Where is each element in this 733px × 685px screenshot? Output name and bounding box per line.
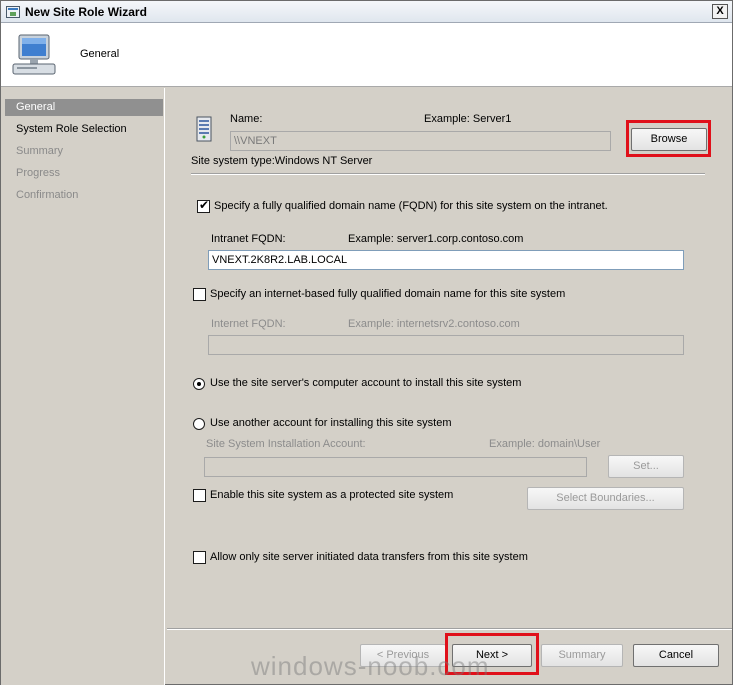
install-account-input[interactable] [204,457,587,477]
nav-item-general[interactable]: General [5,99,163,116]
nav-item-confirmation: Confirmation [16,189,79,201]
protected-site-label: Enable this site system as a protected s… [210,489,454,501]
close-button[interactable]: X [712,4,728,19]
wizard-app-icon [6,6,20,18]
internet-fqdn-label: Internet FQDN: [211,318,286,330]
name-example: Example: Server1 [424,113,512,125]
name-label: Name: [230,113,263,125]
checkmark-icon: ✔ [198,198,210,212]
nav-item-progress: Progress [16,167,61,179]
wizard-header: General [1,23,732,87]
install-account-example: Example: domain\User [489,438,601,450]
site-system-type: Site system type:Windows NT Server [191,155,373,167]
computer-monitor-icon [12,34,56,75]
browse-highlight-box [626,120,711,157]
intranet-fqdn-label: Intranet FQDN: [211,233,286,245]
wizard-window: New Site Role Wizard X General General S… [0,0,733,685]
fqdn-checkbox-label: Specify a fully qualified domain name (F… [214,200,608,212]
radio-selected-dot [197,382,201,386]
footer-divider [167,628,732,630]
nav-item-summary: Summary [16,145,64,157]
data-transfers-label: Allow only site server initiated data tr… [210,551,528,563]
internet-fqdn-checkbox-label: Specify an internet-based fully qualifie… [210,288,566,300]
internet-fqdn-input[interactable] [208,335,684,355]
intranet-fqdn-example: Example: server1.corp.contoso.com [348,233,524,245]
other-account-radio[interactable] [193,418,205,430]
name-field[interactable]: \\VNEXT [230,131,611,151]
nav-item-system-role-selection[interactable]: System Role Selection [5,121,163,138]
watermark-text: windows-noob.com [251,651,490,681]
select-boundaries-button[interactable]: Select Boundaries... [527,487,684,510]
general-page: Name: Example: Server1 \\VNEXT Browse Si… [167,88,732,628]
summary-button[interactable]: Summary [541,644,623,667]
other-account-radio-label: Use another account for installing this … [210,417,452,429]
data-transfers-checkbox[interactable] [193,551,206,564]
protected-site-checkbox[interactable] [193,489,206,502]
wizard-nav: General System Role Selection Summary Pr… [1,88,165,685]
set-account-button[interactable]: Set... [608,455,684,478]
computer-account-radio[interactable] [193,378,205,390]
install-account-label: Site System Installation Account: [206,438,366,450]
window-title: New Site Role Wizard [25,5,147,19]
cancel-button[interactable]: Cancel [633,644,719,667]
computer-account-radio-label: Use the site server's computer account t… [210,377,522,389]
intranet-fqdn-input[interactable]: VNEXT.2K8R2.LAB.LOCAL [208,250,684,270]
fqdn-checkbox[interactable]: ✔ [197,198,210,213]
server-icon [196,116,212,142]
page-heading: General [80,48,120,60]
title-bar[interactable]: New Site Role Wizard X [1,1,732,23]
section-divider [191,173,705,175]
internet-fqdn-checkbox[interactable] [193,288,206,301]
internet-fqdn-example: Example: internetsrv2.contoso.com [348,318,520,330]
